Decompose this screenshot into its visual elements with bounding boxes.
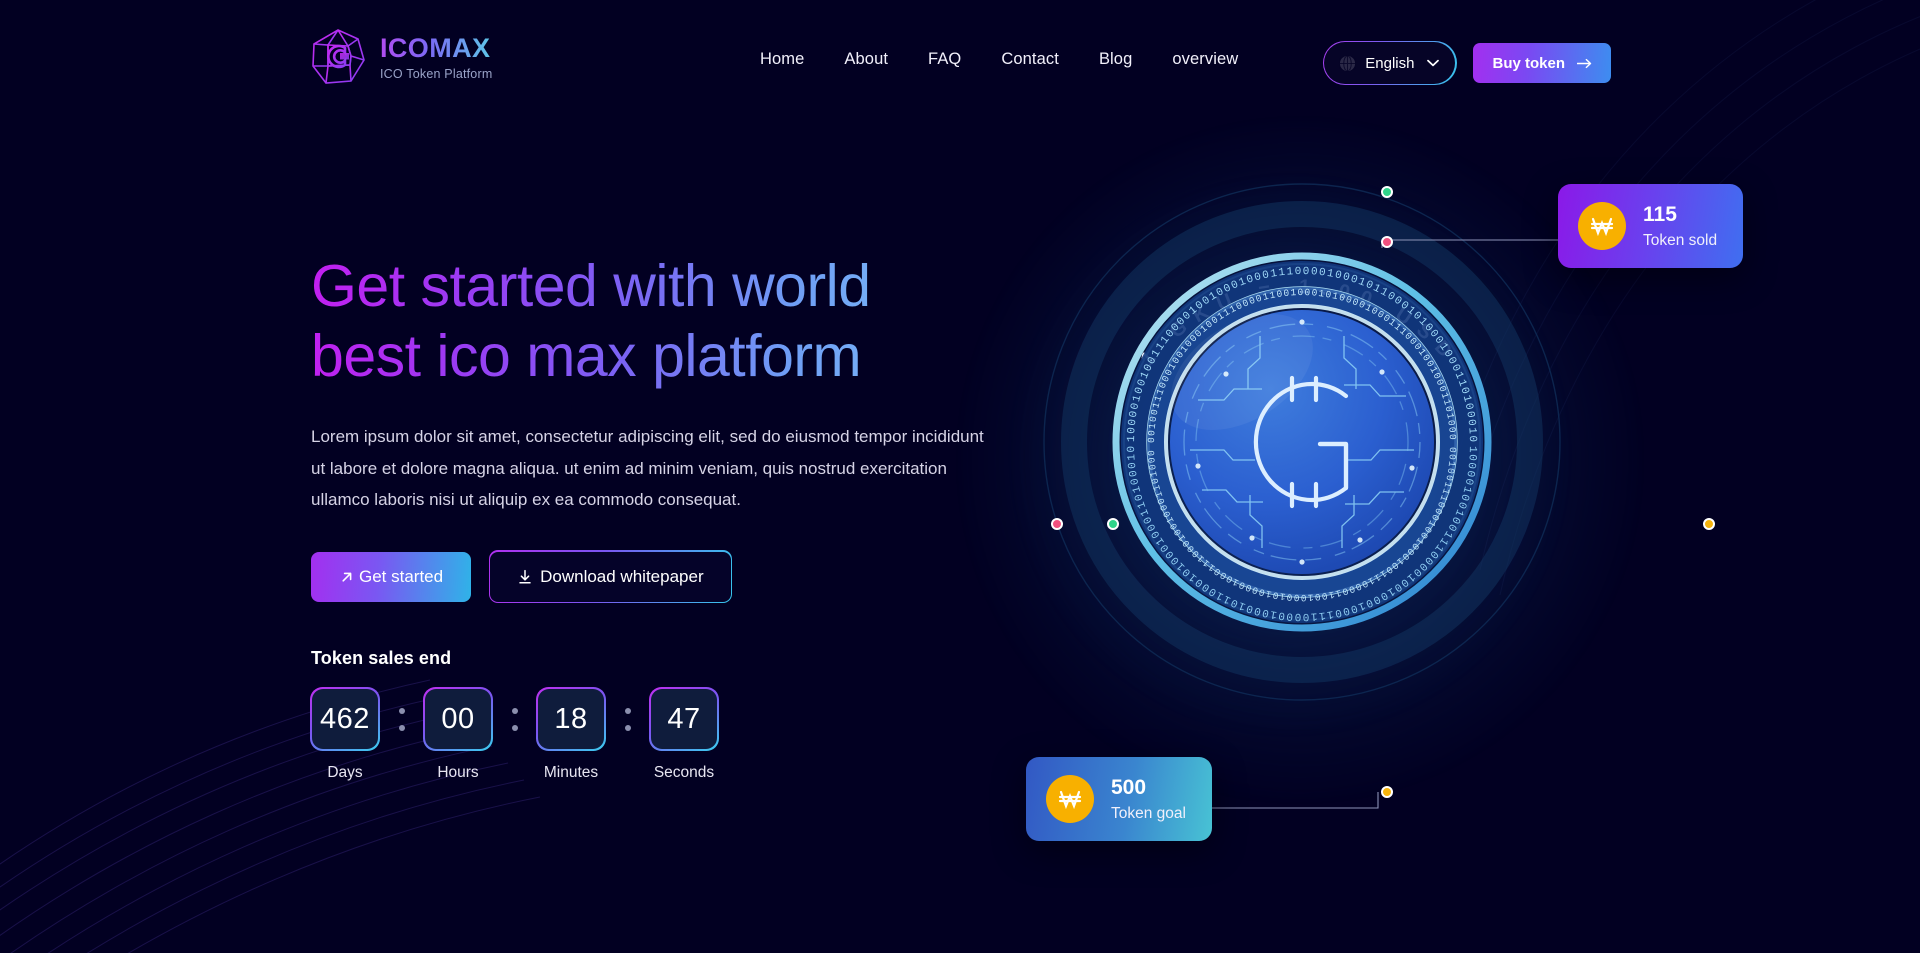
marker-dot-pink-left[interactable] bbox=[1051, 518, 1063, 530]
countdown-value-seconds: 47 bbox=[667, 702, 701, 735]
countdown-value-days: 462 bbox=[320, 702, 370, 735]
countdown-box-days: 462 bbox=[310, 687, 380, 751]
countdown-box-hours: 00 bbox=[423, 687, 493, 751]
separator-dot-top bbox=[398, 707, 405, 714]
marker-dot-green-left[interactable] bbox=[1107, 518, 1119, 530]
countdown-separator bbox=[379, 689, 424, 749]
hero-paragraph: Lorem ipsum dolor sit amet, consectetur … bbox=[311, 427, 984, 510]
countdown-value-minutes: 18 bbox=[554, 702, 588, 735]
brand-title: ICOMAX bbox=[380, 35, 492, 62]
hero-page: ICOMAX ICO Token Platform Home About FAQ… bbox=[0, 0, 1920, 953]
token-goal-text: 500 Token goal bbox=[1111, 775, 1186, 822]
countdown-title: Token sales end bbox=[311, 648, 452, 668]
header-actions: English Buy token bbox=[1322, 40, 1611, 86]
download-whitepaper-label: Download whitepaper bbox=[540, 566, 704, 586]
token-goal-value: 500 bbox=[1111, 776, 1147, 800]
buy-token-button[interactable]: Buy token bbox=[1473, 43, 1611, 83]
coin-graphic: 1 GKU = 1.00 USD 10000100100111000010010… bbox=[1030, 150, 1561, 701]
nav-item-faq[interactable]: FAQ bbox=[928, 50, 961, 69]
countdown-units: 462 Days 00 Hours 18 Minutes 47 Seconds bbox=[310, 687, 719, 782]
countdown-unit-minutes: 18 Minutes bbox=[536, 687, 606, 782]
nav-item-contact[interactable]: Contact bbox=[1001, 50, 1059, 69]
separator-dot-bottom bbox=[398, 724, 405, 731]
token-sold-label: Token sold bbox=[1643, 231, 1718, 249]
get-started-label: Get started bbox=[359, 566, 444, 586]
countdown-box-minutes: 18 bbox=[536, 687, 606, 751]
nav-item-about[interactable]: About bbox=[844, 50, 888, 69]
token-sold-value: 115 bbox=[1643, 203, 1677, 227]
separator-dot-top bbox=[511, 707, 518, 714]
nav-item-home[interactable]: Home bbox=[760, 50, 804, 69]
countdown-unit-seconds: 47 Seconds bbox=[649, 687, 719, 782]
brand-tagline: ICO Token Platform bbox=[380, 67, 493, 82]
nav-item-overview[interactable]: overview bbox=[1172, 50, 1238, 69]
icomax-gem-c-logo-icon bbox=[312, 29, 365, 84]
countdown-label-minutes: Minutes bbox=[543, 764, 599, 781]
hero-buttons: Get started Download whitepaper bbox=[311, 550, 1011, 604]
hero-title: Get started with world best ico max plat… bbox=[311, 252, 1011, 391]
language-label: English bbox=[1365, 54, 1415, 72]
countdown-value-hours: 00 bbox=[441, 702, 475, 735]
won-symbol-icon bbox=[1590, 217, 1614, 237]
countdown-unit-days: 462 Days bbox=[310, 687, 380, 782]
countdown-label-hours: Hours bbox=[437, 764, 479, 781]
marker-dot-green-top[interactable] bbox=[1381, 186, 1393, 198]
language-selector[interactable]: English bbox=[1322, 40, 1458, 86]
token-sold-card[interactable]: 115 Token sold bbox=[1558, 184, 1744, 268]
token-sales-countdown: Token sales end 462 Days 00 Hours 18 Min… bbox=[310, 648, 719, 782]
separator-dot-bottom bbox=[624, 724, 631, 731]
hero-content: Get started with world best ico max plat… bbox=[311, 252, 1011, 604]
separator-dot-top bbox=[624, 707, 631, 714]
main-navigation: Home About FAQ Contact Blog overview bbox=[760, 50, 1238, 69]
get-started-button[interactable]: Get started bbox=[311, 551, 472, 602]
arrow-up-right-icon bbox=[342, 572, 352, 582]
chevron-down-icon bbox=[1427, 59, 1440, 67]
separator-dot-bottom bbox=[511, 724, 518, 731]
arrow-right-icon bbox=[1577, 58, 1592, 68]
download-whitepaper-button[interactable]: Download whitepaper bbox=[488, 550, 732, 604]
download-icon bbox=[519, 569, 531, 584]
nav-item-blog[interactable]: Blog bbox=[1099, 50, 1132, 69]
connector-sold bbox=[1381, 239, 1578, 248]
marker-dot-amber-bottom[interactable] bbox=[1381, 786, 1393, 798]
countdown-label-seconds: Seconds bbox=[653, 764, 715, 781]
countdown-separator bbox=[605, 689, 650, 749]
countdown-label-days: Days bbox=[327, 764, 363, 781]
brand-logo[interactable]: ICOMAX ICO Token Platform bbox=[310, 28, 492, 88]
marker-dot-amber-right[interactable] bbox=[1703, 518, 1715, 530]
countdown-unit-hours: 00 Hours bbox=[423, 687, 493, 782]
won-coin-icon bbox=[1578, 202, 1626, 250]
won-symbol-icon bbox=[1058, 790, 1082, 810]
countdown-separator bbox=[492, 689, 537, 749]
buy-token-label: Buy token bbox=[1492, 54, 1565, 72]
won-coin-icon bbox=[1046, 775, 1094, 823]
globe-icon bbox=[1339, 54, 1357, 72]
site-header: ICOMAX ICO Token Platform Home About FAQ… bbox=[0, 0, 1920, 126]
countdown-box-seconds: 47 bbox=[649, 687, 719, 751]
coin-illustration: 1 GKU = 1.00 USD 10000100100111000010010… bbox=[1030, 150, 1570, 710]
marker-dot-pink-top[interactable] bbox=[1381, 236, 1393, 248]
token-goal-card[interactable]: 500 Token goal bbox=[1026, 757, 1212, 841]
token-goal-label: Token goal bbox=[1111, 804, 1186, 822]
token-sold-text: 115 Token sold bbox=[1643, 202, 1717, 249]
